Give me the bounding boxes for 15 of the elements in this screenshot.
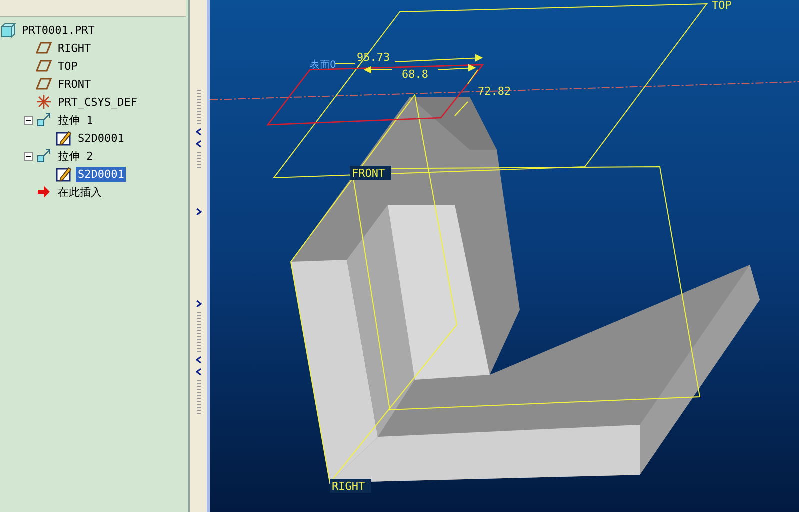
tree-item[interactable]: PRT0001.PRT	[20, 22, 97, 38]
tree-item[interactable]: 拉伸 2	[56, 148, 96, 164]
datum-label: FRONT	[350, 166, 392, 180]
tree-item[interactable]: 在此插入	[56, 184, 104, 200]
sketch-label: 表面0	[310, 60, 336, 71]
tree-item[interactable]: 拉伸 1	[56, 112, 96, 128]
datum-label: TOP	[712, 0, 732, 12]
tree-item[interactable]: S2D0001	[76, 166, 126, 182]
tree-item[interactable]: S2D0001	[76, 130, 126, 146]
tree-item[interactable]: RIGHT	[56, 40, 94, 56]
datum-label: RIGHT	[330, 479, 372, 493]
dimension-value: 68.8	[402, 68, 428, 81]
tree-item[interactable]: PRT_CSYS_DEF	[56, 94, 140, 110]
tree-item[interactable]: TOP	[56, 58, 80, 74]
tree-item[interactable]: FRONT	[56, 76, 94, 92]
